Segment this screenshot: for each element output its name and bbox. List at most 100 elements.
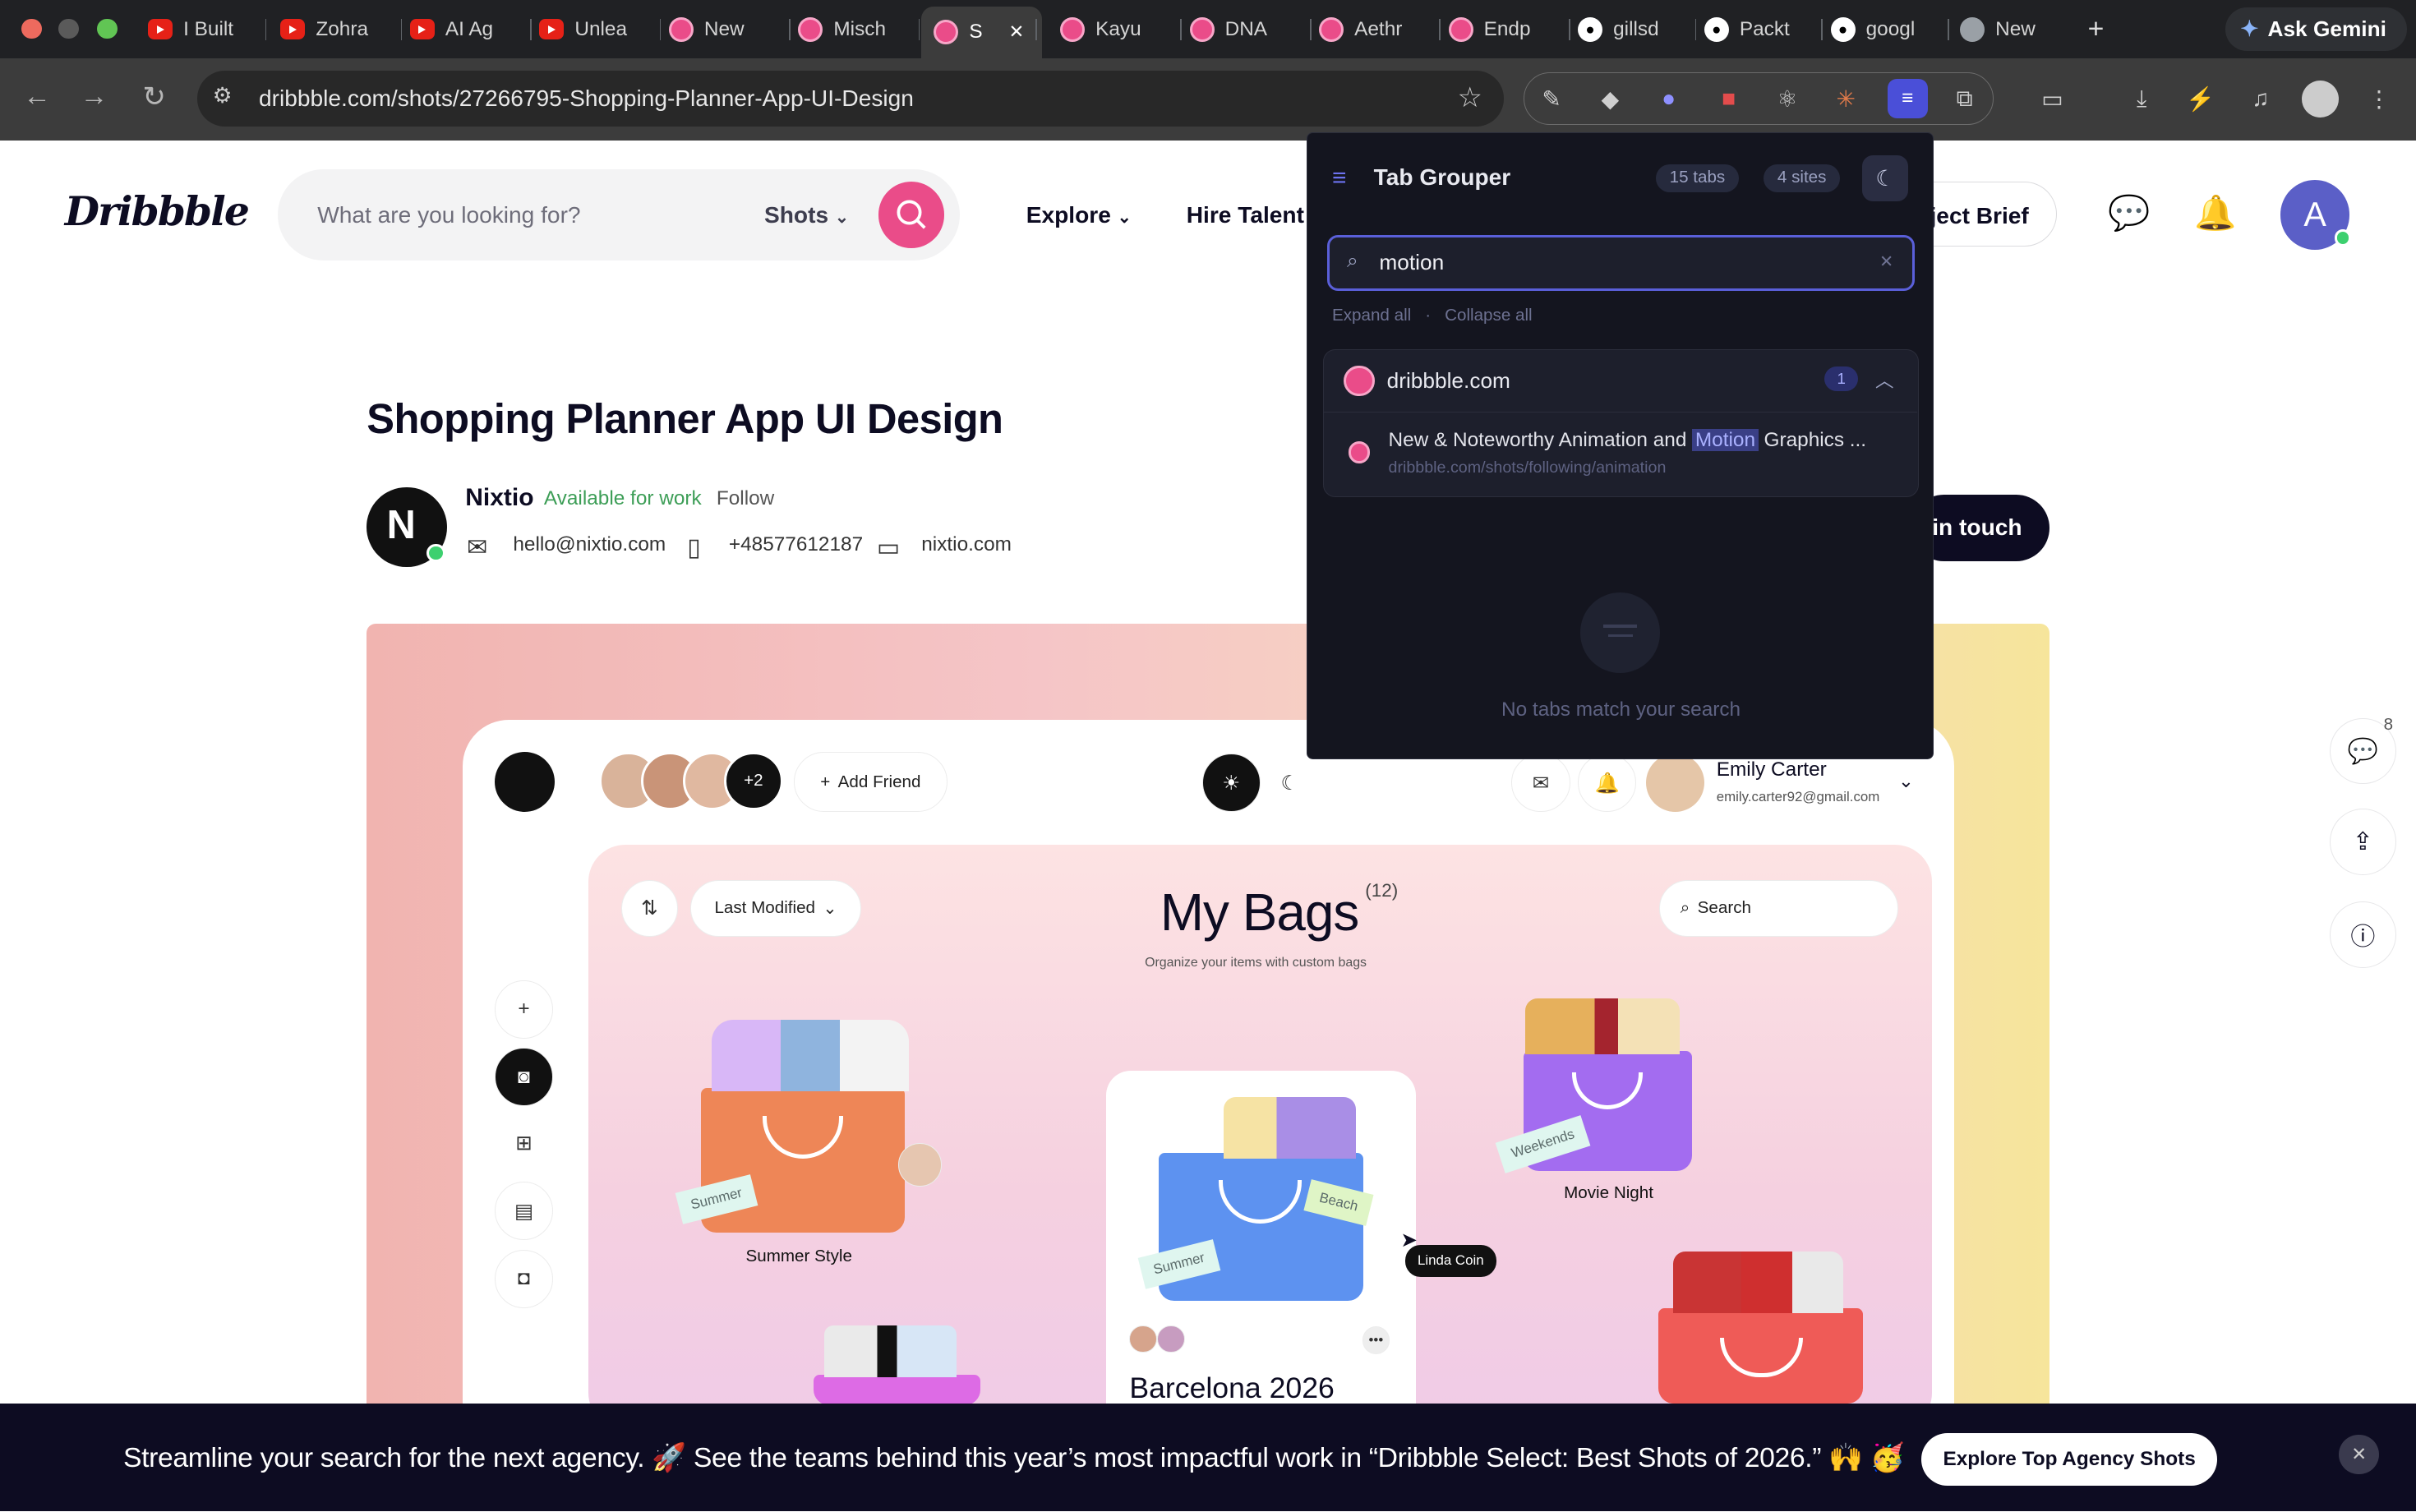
dribbble-logo[interactable]: Dribbble — [65, 188, 250, 235]
browser-tab[interactable]: Unlea — [539, 9, 650, 49]
app-logo-icon — [494, 752, 555, 813]
react-extension-icon[interactable]: ⚛ — [1772, 83, 1803, 114]
browser-tab[interactable]: ● googl — [1830, 9, 1939, 49]
tabs-count-badge: 15 tabs — [1655, 164, 1740, 192]
browser-tab[interactable]: AI Ag — [409, 9, 521, 49]
movie-night-label: Movie Night — [1564, 1183, 1653, 1202]
tab-separator — [1035, 18, 1037, 40]
author-website[interactable]: nixtio.com — [921, 533, 1012, 556]
download-icon[interactable]: ⤓ — [2127, 83, 2158, 114]
explore-agency-shots-button[interactable]: Explore Top Agency Shots — [1921, 1432, 2218, 1486]
tab-search-box[interactable]: ⌕ ✕ — [1327, 235, 1915, 291]
site-group-dribbble[interactable]: dribbble.com 1 ︿ New & Noteworthy Animat… — [1322, 348, 1920, 497]
comment-icon: 💬 — [2347, 737, 2378, 765]
media-control-icon[interactable]: ♫ — [2245, 83, 2276, 114]
new-tab-button[interactable]: + — [2088, 9, 2105, 49]
expand-all-link[interactable]: Expand all — [1332, 306, 1411, 325]
browser-tab[interactable]: Kayu — [1060, 9, 1171, 49]
bags-search: ⌕ Search — [1659, 879, 1898, 937]
card-avatar — [1129, 1325, 1158, 1353]
skincare-bag — [814, 1374, 980, 1405]
tab-grouper-extension-icon[interactable]: ≡ — [1887, 78, 1928, 119]
puzzle-extensions-icon[interactable]: ⧉ — [1949, 83, 1980, 114]
messages-icon[interactable]: 💬 — [2108, 194, 2150, 233]
forward-icon[interactable]: → — [76, 81, 113, 113]
add-friend-label: Add Friend — [837, 772, 921, 791]
minimize-window-button[interactable] — [58, 18, 79, 39]
nav-hire-talent[interactable]: Hire Talent — [1187, 202, 1304, 228]
bell-icon[interactable]: 🔔 — [2194, 194, 2236, 233]
browser-tab[interactable]: Misch — [798, 9, 909, 49]
tab-separator — [265, 18, 267, 40]
collapse-all-link[interactable]: Collapse all — [1445, 306, 1533, 325]
close-banner-button[interactable]: ✕ — [2339, 1434, 2379, 1475]
ghost-extension-icon[interactable]: ● — [1653, 83, 1685, 114]
link-separator: · — [1425, 306, 1432, 325]
grid-icon: ⊞ — [494, 1113, 554, 1173]
browser-tab[interactable]: ● Packt — [1704, 9, 1812, 49]
url-text[interactable]: dribbble.com/shots/27266795-Shopping-Pla… — [259, 85, 914, 112]
chevron-up-icon[interactable]: ︿ — [1875, 366, 1894, 393]
reading-mode-icon[interactable]: ▭ — [2037, 83, 2068, 114]
author-email[interactable]: hello@nixtio.com — [513, 533, 666, 556]
tab-label: googl — [1865, 17, 1916, 40]
search-scope-select[interactable]: Shots ⌄ — [764, 202, 849, 228]
tab-separator — [659, 18, 662, 40]
close-window-button[interactable] — [21, 18, 42, 39]
site-info-icon[interactable]: ⚙ — [213, 83, 233, 108]
browser-tab[interactable]: DNA — [1189, 9, 1301, 49]
tab-separator — [1948, 18, 1949, 40]
site-search[interactable]: What are you looking for? Shots ⌄ — [277, 169, 961, 260]
browser-tab[interactable]: Endp — [1448, 9, 1560, 49]
search-button[interactable] — [878, 182, 945, 248]
share-button[interactable]: ⇪ — [2330, 809, 2396, 875]
browser-tab[interactable]: ● gillsd — [1578, 9, 1685, 49]
author-phone[interactable]: +48577612187 — [729, 533, 863, 556]
snacks-illustration — [1525, 998, 1680, 1054]
tab-label: Aethr — [1354, 17, 1403, 40]
ask-gemini-button[interactable]: ✦ Ask Gemini — [2225, 7, 2407, 51]
search-input[interactable]: What are you looking for? — [317, 202, 580, 228]
reload-icon[interactable]: ↻ — [136, 81, 173, 113]
sites-count-badge: 4 sites — [1764, 164, 1841, 192]
eyedropper-extension-icon[interactable]: ✎ — [1536, 83, 1567, 114]
raindrop-extension-icon[interactable]: ◆ — [1595, 83, 1626, 114]
browser-tab[interactable]: Aethr — [1319, 9, 1430, 49]
browser-tab[interactable]: New — [668, 9, 780, 49]
browser-tab[interactable]: S ✕ — [921, 6, 1042, 59]
tab-label: Endp — [1483, 17, 1531, 40]
card-avatar — [1157, 1325, 1185, 1353]
tab-search-input[interactable] — [1379, 250, 1842, 275]
browser-tab[interactable]: Zohra — [280, 9, 391, 49]
claude-extension-icon[interactable]: ✳ — [1831, 83, 1862, 114]
bookmark-star-icon[interactable]: ☆ — [1457, 81, 1482, 114]
tab-result-item[interactable]: New & Noteworthy Animation and Motion Gr… — [1323, 411, 1917, 496]
tab-label: gillsd — [1613, 17, 1659, 40]
address-bar[interactable]: ⚙ dribbble.com/shots/27266795-Shopping-P… — [197, 71, 1504, 127]
author-online-dot — [426, 543, 445, 563]
mail-icon: ✉ — [1511, 753, 1570, 813]
theme-toggle-button[interactable]: ☾ — [1862, 154, 1909, 201]
dribbble-icon — [1348, 441, 1370, 463]
moon-icon: ☾ — [1875, 165, 1895, 191]
info-button[interactable]: ⓘ — [2330, 901, 2396, 968]
tab-separator — [918, 18, 920, 40]
bags-count: (12) — [1365, 879, 1399, 901]
sort-label: Last Modified — [714, 898, 816, 918]
profile-avatar-icon[interactable] — [2302, 80, 2340, 118]
bags-subtitle: Organize your items with custom bags — [1145, 955, 1367, 970]
maximize-window-button[interactable] — [97, 18, 118, 39]
follow-button[interactable]: Follow — [717, 487, 774, 510]
lock-extension-icon[interactable]: ■ — [1713, 83, 1745, 114]
close-tab-icon[interactable]: ✕ — [1009, 21, 1025, 43]
performance-icon[interactable]: ⚡ — [2185, 83, 2216, 114]
menu-icon[interactable]: ⋮ — [2363, 83, 2395, 114]
author-name[interactable]: Nixtio — [465, 484, 533, 512]
browser-tab[interactable]: I Built — [148, 9, 256, 49]
nav-explore[interactable]: Explore ⌄ — [1026, 202, 1132, 228]
browser-tab[interactable]: New — [1960, 9, 2071, 49]
title-text: New & Noteworthy Animation and — [1388, 429, 1693, 452]
back-icon[interactable]: ← — [19, 81, 56, 113]
clear-search-icon[interactable]: ✕ — [1879, 251, 1893, 272]
plus-icon: + — [494, 980, 554, 1039]
